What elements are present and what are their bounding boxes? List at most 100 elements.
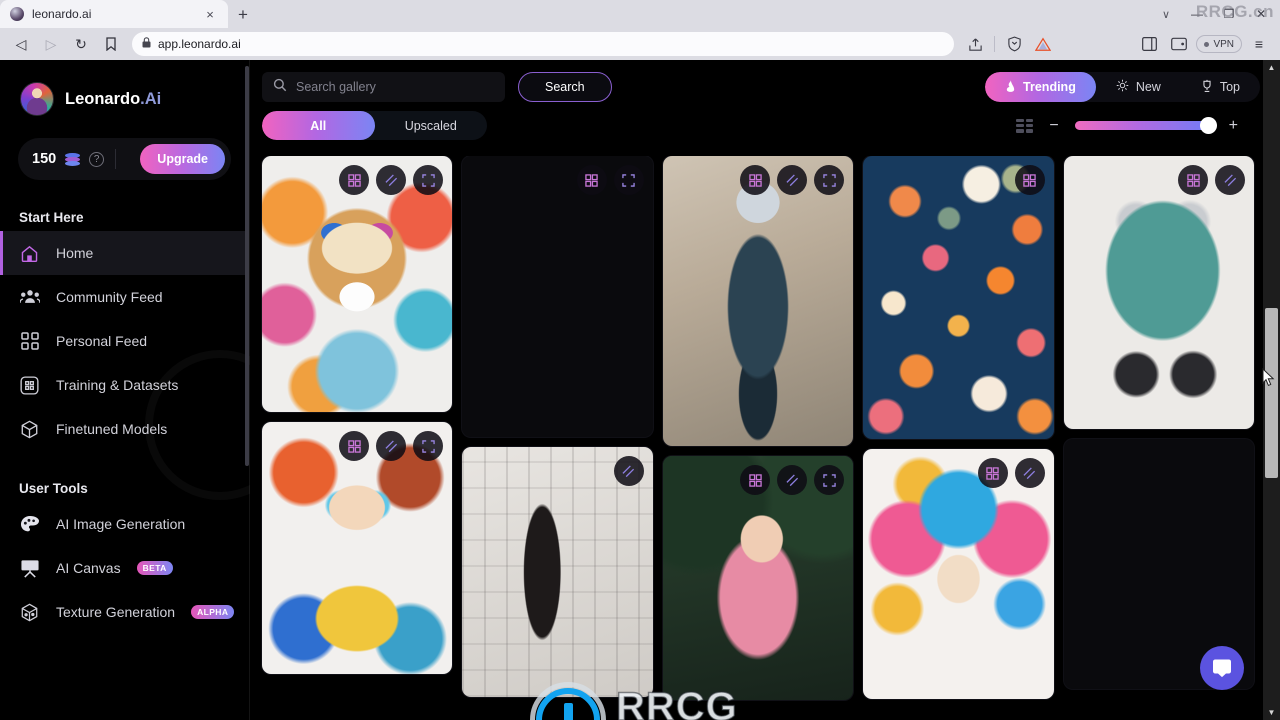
gallery-card-blue-haired-warrior-woman[interactable] — [662, 156, 854, 446]
search-field-wrapper[interactable] — [262, 72, 505, 102]
grid-layout-icon[interactable] — [1016, 118, 1034, 133]
hamburger-menu-icon[interactable]: ≡ — [1246, 31, 1272, 57]
bookmark-icon[interactable] — [98, 31, 124, 57]
tab-label: Trending — [1023, 80, 1076, 94]
lock-icon — [142, 37, 151, 51]
minimize-button[interactable]: — — [1182, 1, 1212, 27]
brand-logo[interactable]: Leonardo.Ai — [0, 82, 249, 116]
gallery-card-orange-floral-pattern-navy[interactable] — [863, 156, 1054, 439]
gallery-card-female-character-sheet[interactable] — [462, 447, 653, 697]
gallery-card-lion-sunglasses-watercolor[interactable] — [262, 156, 453, 412]
variations-icon[interactable] — [740, 165, 771, 195]
card-image — [662, 156, 854, 446]
zoom-slider[interactable] — [1074, 117, 1217, 134]
tab-trending[interactable]: Trending — [985, 72, 1096, 102]
upscale-icon[interactable] — [376, 165, 407, 195]
browser-tab[interactable]: leonardo.ai × — [0, 0, 228, 28]
upscale-icon[interactable] — [613, 456, 644, 486]
sidebar-item-texture-generation[interactable]: Texture Generation ALPHA — [0, 590, 249, 634]
variations-icon[interactable] — [740, 465, 771, 495]
brave-wallet-icon[interactable] — [1166, 31, 1192, 57]
vpn-toggle[interactable]: VPN — [1196, 35, 1242, 53]
variations-icon[interactable] — [339, 431, 370, 461]
forward-icon[interactable]: ▷ — [38, 31, 64, 57]
back-icon[interactable]: ◁ — [8, 31, 34, 57]
close-window-button[interactable]: ✕ — [1246, 1, 1276, 27]
sidebar-panel-icon[interactable] — [1136, 31, 1162, 57]
easel-icon — [19, 558, 40, 579]
variations-icon[interactable] — [1014, 165, 1045, 195]
sidebar-item-finetuned-models[interactable]: Finetuned Models — [0, 407, 249, 451]
gallery-card-koala-on-bicycle[interactable] — [1063, 156, 1255, 429]
chevron-down-icon[interactable]: ∨ — [1152, 1, 1180, 27]
grid-squares-icon — [19, 331, 40, 352]
expand-icon[interactable] — [413, 431, 444, 461]
sidebar-item-label: Home — [56, 245, 94, 261]
intercom-chat-button[interactable] — [1200, 646, 1244, 690]
zoom-slider-thumb[interactable] — [1199, 117, 1217, 134]
leonardo-favicon-icon — [10, 7, 24, 21]
brave-shields-icon[interactable] — [1001, 31, 1027, 57]
sidebar-item-home[interactable]: Home — [0, 231, 249, 275]
card-actions — [740, 465, 845, 495]
search-button[interactable]: Search — [518, 72, 612, 102]
page-scrollbar[interactable]: ▲ ▼ — [1263, 60, 1280, 720]
leo-ai-icon[interactable] — [1030, 31, 1056, 57]
new-tab-button[interactable]: + — [228, 2, 258, 28]
card-actions — [1178, 165, 1246, 195]
chat-bubble-icon — [1213, 659, 1231, 678]
gallery-card-pink-haired-forest-elf[interactable] — [662, 456, 854, 700]
variations-icon[interactable] — [339, 165, 370, 195]
upscale-icon[interactable] — [1014, 458, 1045, 488]
filter-tab-all[interactable]: All — [262, 111, 375, 140]
zoom-out-button[interactable]: − — [1049, 117, 1058, 134]
sidebar-item-community-feed[interactable]: Community Feed — [0, 275, 249, 319]
sidebar-item-ai-canvas[interactable]: AI Canvas BETA — [0, 546, 249, 590]
expand-icon[interactable] — [814, 165, 845, 195]
upscale-icon[interactable] — [376, 431, 407, 461]
window-controls: ∨ — ❐ ✕ — [1152, 0, 1280, 28]
brand-name-suffix: .Ai — [140, 89, 162, 108]
address-bar[interactable]: app.leonardo.ai — [132, 32, 955, 56]
close-icon[interactable]: × — [202, 8, 218, 21]
sidebar-item-ai-image-generation[interactable]: AI Image Generation — [0, 502, 249, 546]
gallery-columns — [262, 156, 1255, 700]
sidebar-scrollbar-track[interactable] — [245, 60, 249, 720]
upscale-icon[interactable] — [777, 465, 808, 495]
gallery-card-girl-blue-glasses-colorful[interactable] — [262, 422, 453, 674]
upscale-icon[interactable] — [1215, 165, 1246, 195]
tab-label: New — [1135, 80, 1161, 94]
help-circle-icon[interactable]: ? — [89, 151, 105, 167]
page-scrollbar-thumb[interactable] — [1265, 308, 1278, 478]
sidebar-item-personal-feed[interactable]: Personal Feed — [0, 319, 249, 363]
upgrade-button[interactable]: Upgrade — [140, 144, 225, 174]
sidebar-scrollbar-thumb[interactable] — [245, 66, 249, 466]
flame-icon — [1005, 79, 1016, 95]
upscale-icon[interactable] — [777, 165, 808, 195]
gallery-column — [262, 156, 453, 700]
share-icon[interactable] — [962, 31, 988, 57]
maximize-button[interactable]: ❐ — [1214, 1, 1244, 27]
zoom-in-button[interactable]: + — [1229, 117, 1238, 134]
sidebar-item-training-datasets[interactable]: Training & Datasets — [0, 363, 249, 407]
reload-icon[interactable]: ↻ — [68, 31, 94, 57]
home-icon — [19, 243, 40, 264]
tab-top[interactable]: Top — [1181, 72, 1260, 102]
scroll-down-arrow-icon[interactable]: ▼ — [1263, 705, 1280, 720]
filter-tab-upscaled[interactable]: Upscaled — [375, 111, 488, 140]
search-input[interactable] — [296, 80, 494, 94]
variations-icon[interactable] — [977, 458, 1008, 488]
gallery-card-egyptian-hieroglyphs[interactable] — [462, 156, 653, 437]
card-actions — [576, 165, 644, 195]
expand-icon[interactable] — [814, 465, 845, 495]
expand-icon[interactable] — [413, 165, 444, 195]
expand-icon[interactable] — [613, 165, 644, 195]
variations-icon[interactable] — [1178, 165, 1209, 195]
tab-new[interactable]: New — [1096, 72, 1181, 102]
variations-icon[interactable] — [576, 165, 607, 195]
card-image — [1063, 156, 1255, 429]
sort-tabs: Trending New Top — [985, 72, 1260, 102]
scroll-up-arrow-icon[interactable]: ▲ — [1263, 60, 1280, 75]
tab-label: Top — [1219, 80, 1240, 94]
gallery-card-candy-hair-portrait[interactable] — [863, 449, 1054, 699]
